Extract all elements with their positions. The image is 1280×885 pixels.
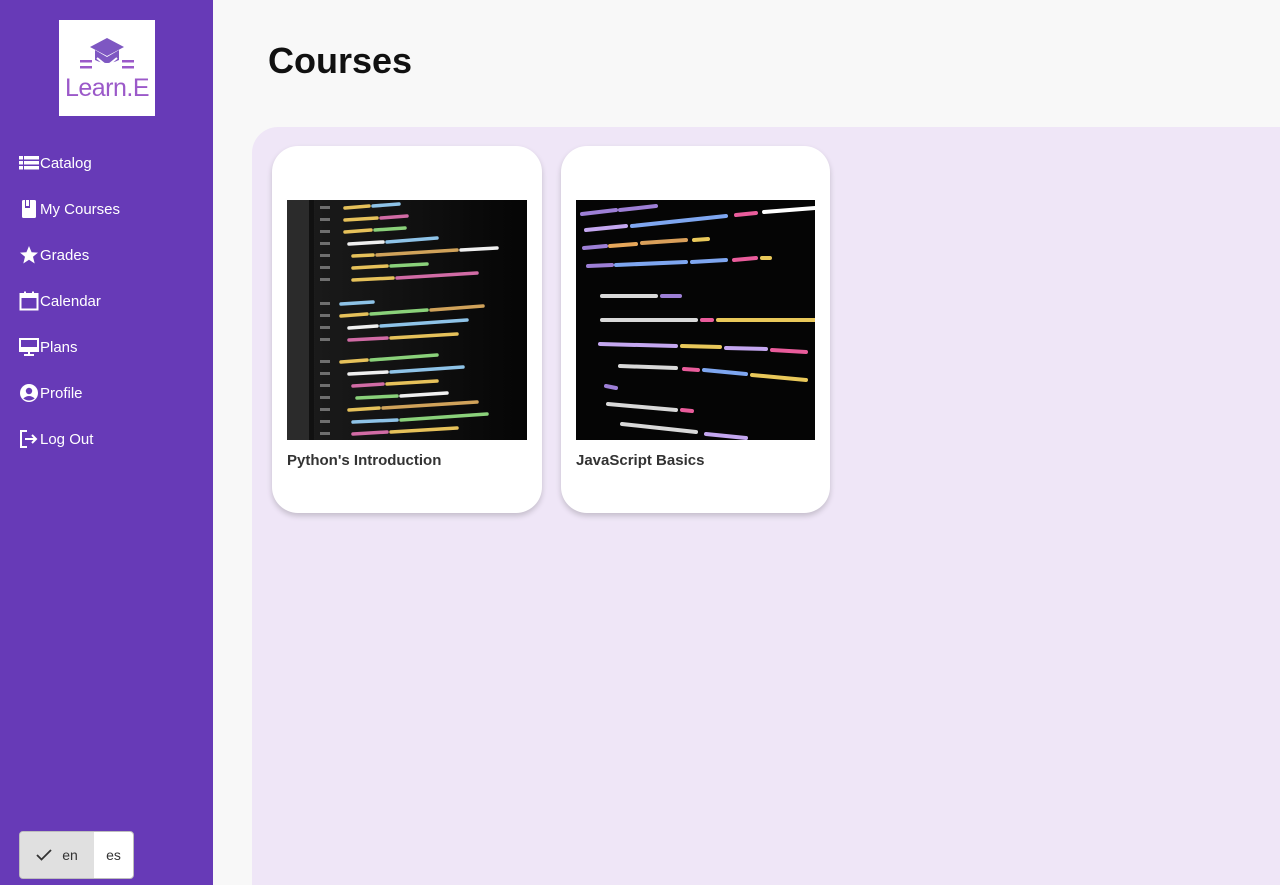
graduation-cap-icon xyxy=(80,37,134,68)
sidebar-item-calendar[interactable]: Calendar xyxy=(18,278,120,324)
sidebar-item-label: Profile xyxy=(40,384,83,402)
language-option-es[interactable]: es xyxy=(94,832,133,878)
language-option-en[interactable]: en xyxy=(20,832,94,878)
course-image-python xyxy=(287,200,527,440)
sidebar-item-label: Catalog xyxy=(40,154,92,172)
course-card-python[interactable]: Python's Introduction xyxy=(272,146,542,513)
sidebar-item-label: Grades xyxy=(40,246,90,264)
sidebar-item-label: Calendar xyxy=(40,292,101,310)
logo-text: Learn.E xyxy=(64,73,150,102)
course-card-javascript[interactable]: JavaScript Basics xyxy=(561,146,830,513)
language-toggle: en es xyxy=(19,831,134,879)
sidebar-item-profile[interactable]: Profile xyxy=(18,370,120,416)
check-icon xyxy=(36,849,52,861)
logout-icon xyxy=(18,429,40,449)
course-image-javascript xyxy=(576,200,815,440)
page-title: Courses xyxy=(268,40,413,81)
sidebar: Learn.E Catalog My Courses Grades Calend… xyxy=(0,0,213,885)
language-label: es xyxy=(106,847,121,863)
sidebar-item-log-out[interactable]: Log Out xyxy=(18,416,120,462)
sidebar-item-label: My Courses xyxy=(40,200,121,218)
sidebar-item-label: Log Out xyxy=(40,430,94,448)
sidebar-nav: Catalog My Courses Grades Calendar Plans xyxy=(18,140,120,462)
user-circle-icon xyxy=(18,383,40,403)
star-icon xyxy=(18,245,40,265)
logo: Learn.E xyxy=(59,20,155,116)
book-icon xyxy=(18,199,40,219)
presentation-icon xyxy=(18,337,40,357)
course-title: JavaScript Basics xyxy=(576,452,705,469)
courses-panel: Python's Introduction JavaScript Basics xyxy=(252,127,1280,885)
language-label: en xyxy=(62,847,78,863)
sidebar-item-catalog[interactable]: Catalog xyxy=(18,140,120,186)
course-title: Python's Introduction xyxy=(287,452,442,469)
sidebar-item-grades[interactable]: Grades xyxy=(18,232,120,278)
sidebar-item-plans[interactable]: Plans xyxy=(18,324,120,370)
calendar-icon xyxy=(18,291,40,311)
sidebar-item-label: Plans xyxy=(40,338,78,356)
list-icon xyxy=(18,153,40,173)
sidebar-item-my-courses[interactable]: My Courses xyxy=(18,186,120,232)
